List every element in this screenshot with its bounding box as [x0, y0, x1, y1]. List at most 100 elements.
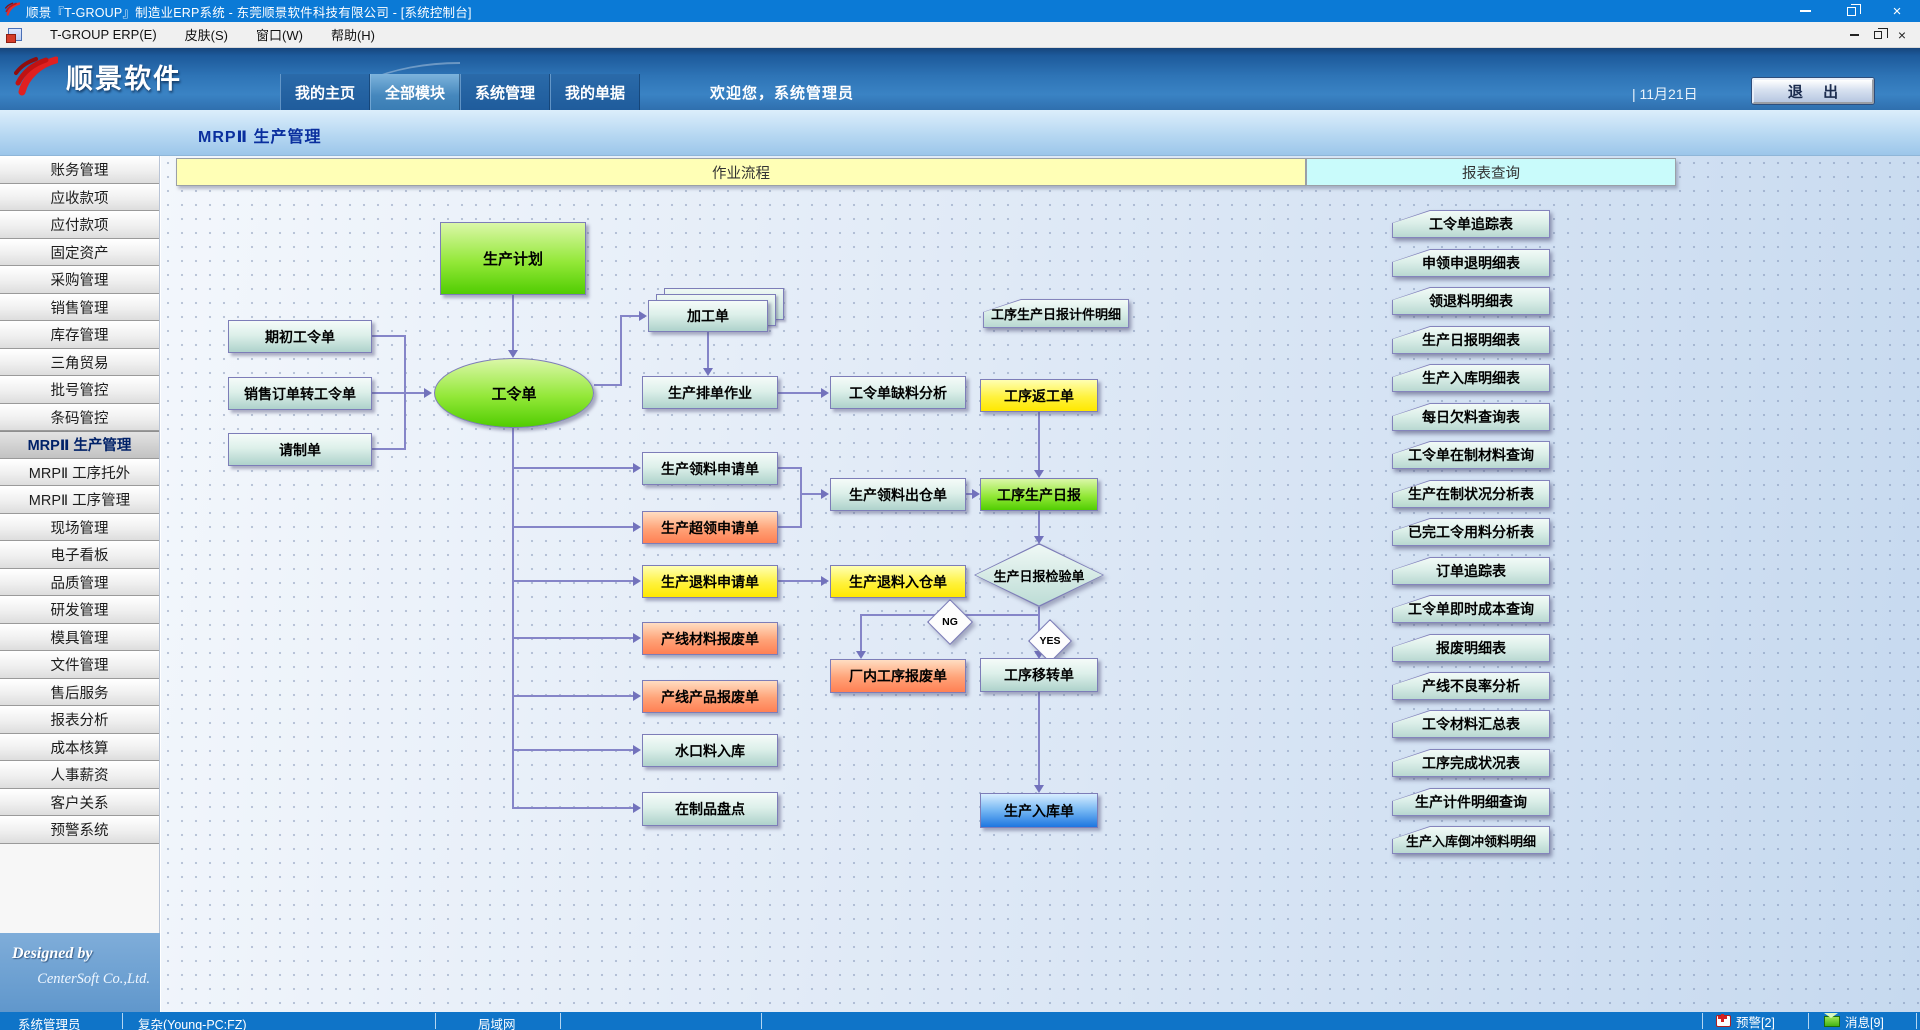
flow-node-line-material-scrap[interactable]: 产线材料报废单 — [642, 622, 778, 655]
flow-node-process-daily-report[interactable]: 工序生产日报 — [980, 478, 1098, 511]
alert-badge[interactable]: 预警[2] — [1716, 1013, 1775, 1029]
flow-node-material-return-request[interactable]: 生产退料申请单 — [642, 565, 778, 598]
nav-tabs: 我的主页 全部模块 系统管理 我的单据 — [280, 74, 640, 110]
flow-node-process-transfer[interactable]: 工序移转单 — [980, 658, 1098, 692]
report-button-daily-report-detail[interactable]: 生产日报明细表 — [1392, 326, 1550, 354]
flow-section-header: 作业流程 — [176, 158, 1306, 186]
tab-my-documents[interactable]: 我的单据 — [550, 74, 640, 110]
alert-text: 预警[2] — [1736, 1012, 1775, 1030]
report-button-material-summary[interactable]: 工令材料汇总表 — [1392, 710, 1550, 738]
report-button-scrap-detail[interactable]: 报废明细表 — [1392, 634, 1550, 662]
sidebar-item-e-kanban[interactable]: 电子看板 — [0, 541, 159, 569]
tab-all-modules[interactable]: 全部模块 — [370, 74, 460, 110]
sidebar-item-accounting[interactable]: 账务管理 — [0, 156, 159, 184]
report-button-finished-order-material-analysis[interactable]: 已完工令用料分析表 — [1392, 518, 1550, 546]
mdi-close-icon[interactable]: × — [1890, 25, 1914, 45]
message-icon — [1824, 1016, 1840, 1027]
flow-node-over-issue-request[interactable]: 生产超领申请单 — [642, 511, 778, 544]
sidebar-item-mold[interactable]: 模具管理 — [0, 624, 159, 652]
status-network: 局域网 — [478, 1014, 516, 1030]
app-header: 顺景软件 我的主页 全部模块 系统管理 我的单据 欢迎您，系统管理员 | 11月… — [0, 48, 1920, 110]
report-button-wip-status-analysis[interactable]: 生产在制状况分析表 — [1392, 480, 1550, 508]
window-minimize-icon[interactable] — [1782, 0, 1828, 22]
sidebar-item-triangle-trade[interactable]: 三角贸易 — [0, 349, 159, 377]
sidebar-item-rnd[interactable]: 研发管理 — [0, 596, 159, 624]
report-button-request-return-detail[interactable]: 申领申退明细表 — [1392, 249, 1550, 277]
sidebar-item-sales[interactable]: 销售管理 — [0, 294, 159, 322]
sidebar-item-mrp2-production[interactable]: MRPⅡ 生产管理 — [0, 431, 159, 459]
sidebar-item-costing[interactable]: 成本核算 — [0, 734, 159, 762]
exit-button[interactable]: 退 出 — [1752, 78, 1874, 104]
menu-help[interactable]: 帮助(H) — [317, 22, 389, 47]
sidebar-item-fixed-assets[interactable]: 固定资产 — [0, 239, 159, 267]
sidebar-item-report-analysis[interactable]: 报表分析 — [0, 706, 159, 734]
company-text: CenterSoft Co.,Ltd. — [12, 971, 150, 988]
sidebar-item-hr-payroll[interactable]: 人事薪资 — [0, 761, 159, 789]
designed-by-text: Designed by — [12, 945, 150, 963]
report-button-stock-in-detail[interactable]: 生产入库明细表 — [1392, 364, 1550, 392]
report-section-header: 报表查询 — [1306, 158, 1676, 186]
module-banner: MRPⅡ 生产管理 — [0, 110, 1920, 156]
report-button-process-completion[interactable]: 工序完成状况表 — [1392, 749, 1550, 777]
tab-system-admin[interactable]: 系统管理 — [460, 74, 550, 110]
report-button-piecework-detail-query[interactable]: 生产计件明细查询 — [1392, 788, 1550, 816]
menu-skin[interactable]: 皮肤(S) — [171, 22, 242, 47]
flow-node-material-return-in[interactable]: 生产退料入仓单 — [830, 565, 966, 598]
report-button-issue-return-detail[interactable]: 领退料明细表 — [1392, 287, 1550, 315]
report-button-realtime-cost-query[interactable]: 工令单即时成本查询 — [1392, 595, 1550, 623]
sidebar-item-quality[interactable]: 品质管理 — [0, 569, 159, 597]
brand-name: 顺景软件 — [66, 57, 182, 96]
sidebar-item-barcode[interactable]: 条码管控 — [0, 404, 159, 432]
form-icon — [8, 28, 22, 41]
sidebar-item-purchasing[interactable]: 采购管理 — [0, 266, 159, 294]
flow-node-sprue-stock-in[interactable]: 水口料入库 — [642, 734, 778, 767]
flow-node-wip-count[interactable]: 在制品盘点 — [642, 792, 778, 826]
flow-node-sales-to-work-order[interactable]: 销售订单转工令单 — [228, 377, 372, 410]
flow-node-line-product-scrap[interactable]: 产线产品报废单 — [642, 680, 778, 713]
flow-node-production-stock-in[interactable]: 生产入库单 — [980, 793, 1098, 828]
mdi-minimize-icon[interactable] — [1842, 25, 1866, 45]
report-button-work-order-tracking[interactable]: 工令单追踪表 — [1392, 210, 1550, 238]
sidebar-item-lot-control[interactable]: 批号管控 — [0, 376, 159, 404]
flow-node-daily-piecework-detail[interactable]: 工序生产日报计件明细 — [983, 299, 1129, 328]
sidebar-item-documents[interactable]: 文件管理 — [0, 651, 159, 679]
report-button-backflush-detail[interactable]: 生产入库倒冲领料明细 — [1392, 826, 1550, 854]
message-badge[interactable]: 消息[9] — [1824, 1013, 1884, 1029]
sidebar-item-alert-system[interactable]: 预警系统 — [0, 816, 159, 844]
flow-node-initial-work-order[interactable]: 期初工令单 — [228, 320, 372, 353]
report-button-order-tracking[interactable]: 订单追踪表 — [1392, 557, 1550, 585]
sidebar-item-receivables[interactable]: 应收款项 — [0, 184, 159, 212]
sidebar-item-shopfloor[interactable]: 现场管理 — [0, 514, 159, 542]
window-close-icon[interactable]: × — [1874, 0, 1920, 22]
sidebar-item-mrp2-outsourcing[interactable]: MRPⅡ 工序托外 — [0, 459, 159, 487]
flow-node-production-plan[interactable]: 生产计划 — [440, 222, 586, 295]
tab-my-home[interactable]: 我的主页 — [280, 74, 370, 110]
menu-window[interactable]: 窗口(W) — [242, 22, 317, 47]
sidebar-item-mrp2-process[interactable]: MRPⅡ 工序管理 — [0, 486, 159, 514]
report-button-wip-material-query[interactable]: 工令单在制材料查询 — [1392, 441, 1550, 469]
flow-node-process-rework[interactable]: 工序返工单 — [980, 379, 1098, 412]
sidebar-item-after-sales[interactable]: 售后服务 — [0, 679, 159, 707]
app-logo-icon — [5, 2, 20, 21]
window-restore-icon[interactable] — [1828, 0, 1874, 22]
flow-node-make-request[interactable]: 请制单 — [228, 433, 372, 466]
mdi-restore-icon[interactable] — [1866, 25, 1890, 45]
flow-node-process-order[interactable]: 加工单 — [648, 300, 768, 332]
flow-node-factory-process-scrap[interactable]: 厂内工序报废单 — [830, 659, 966, 693]
sidebar-item-inventory[interactable]: 库存管理 — [0, 321, 159, 349]
status-bar: 系统管理员 复杂(Young-PC:FZ) 局域网 预警[2] 消息[9] — [0, 1012, 1920, 1030]
message-text: 消息[9] — [1845, 1012, 1884, 1030]
brand-logo: 顺景软件 — [14, 56, 182, 96]
menu-tgroup-erp[interactable]: T-GROUP ERP(E) — [36, 22, 171, 47]
flow-node-material-request[interactable]: 生产领料申请单 — [642, 452, 778, 485]
flow-node-daily-report-inspection[interactable]: 生产日报检验单 — [974, 543, 1104, 607]
sidebar-item-payables[interactable]: 应付款项 — [0, 211, 159, 239]
sidebar-item-crm[interactable]: 客户关系 — [0, 789, 159, 817]
report-button-line-defect-rate[interactable]: 产线不良率分析 — [1392, 672, 1550, 700]
flow-node-work-order[interactable]: 工令单 — [434, 358, 594, 428]
flow-node-yes-decision: YES — [1028, 619, 1072, 663]
report-button-daily-shortage-query[interactable]: 每日欠料查询表 — [1392, 403, 1550, 431]
flow-node-scheduling[interactable]: 生产排单作业 — [642, 376, 778, 409]
flow-node-shortage-analysis[interactable]: 工令单缺料分析 — [830, 376, 966, 409]
flow-node-material-issue[interactable]: 生产领料出仓单 — [830, 478, 966, 511]
